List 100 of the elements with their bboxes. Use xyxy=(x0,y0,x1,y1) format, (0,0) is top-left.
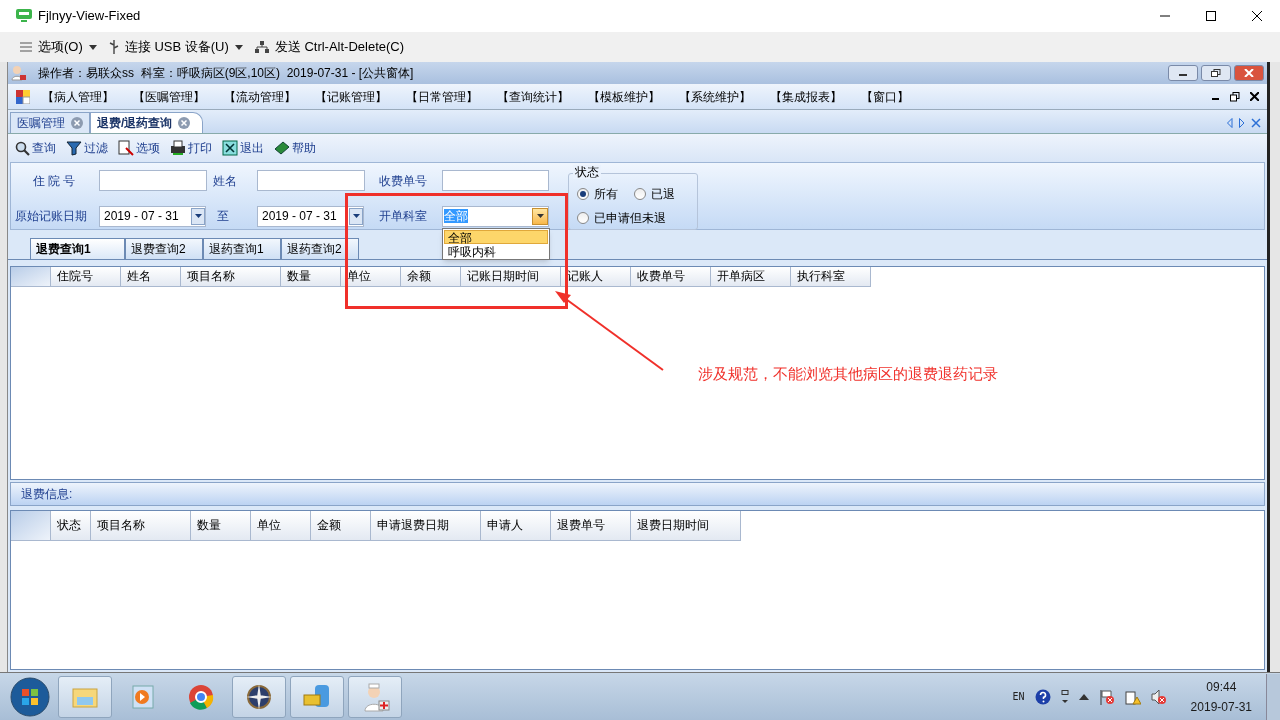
column-header[interactable]: 单位 xyxy=(341,267,401,287)
query-tab[interactable]: 退药查询1 xyxy=(203,238,281,259)
dropdown-option[interactable]: 全部 xyxy=(444,229,548,244)
column-header[interactable]: 数量 xyxy=(281,267,341,287)
caret-icon xyxy=(536,214,544,219)
date-field[interactable]: 2019 - 07 - 31 xyxy=(257,205,364,227)
close-button[interactable] xyxy=(1234,65,1264,81)
document-tab[interactable]: 医嘱管理 xyxy=(10,112,90,133)
menu-item[interactable]: 【流动管理】 xyxy=(224,87,315,106)
receipt-number-field[interactable] xyxy=(441,170,549,192)
column-header[interactable]: 记账人 xyxy=(561,267,631,287)
toolbar-button[interactable]: 查询 xyxy=(14,139,56,157)
start-orb-icon[interactable] xyxy=(10,676,50,717)
column-header[interactable]: 数量 xyxy=(191,511,251,541)
chevron-up-icon[interactable] xyxy=(1078,693,1089,700)
menu-item[interactable]: 【病人管理】 xyxy=(42,87,133,106)
caret-icon xyxy=(194,214,202,219)
table-corner xyxy=(11,511,51,541)
restore-icon xyxy=(1211,69,1221,77)
column-header[interactable]: 金额 xyxy=(311,511,371,541)
caret-icon xyxy=(234,44,243,50)
toolbar-menu-button[interactable]: 发送 Ctrl-Alt-Delete(C) xyxy=(254,37,405,57)
language-indicator[interactable]: EN xyxy=(1012,689,1025,704)
radio-button[interactable]: 已退 xyxy=(634,185,675,203)
query-tab[interactable]: 退费查询1 xyxy=(30,238,125,259)
column-header[interactable]: 执行科室 xyxy=(791,267,871,287)
date-field[interactable]: 2019 - 07 - 31 xyxy=(99,205,206,227)
speaker-muted-icon[interactable] xyxy=(1150,688,1167,705)
document-tab[interactable]: 退费/退药查询 xyxy=(90,112,204,133)
taskbar-button[interactable] xyxy=(232,675,286,718)
scroll-left-icon[interactable] xyxy=(1227,118,1233,128)
query-tab[interactable]: 退药查询2 xyxy=(281,238,359,259)
column-header[interactable]: 记账日期时间 xyxy=(461,267,561,287)
column-header[interactable]: 收费单号 xyxy=(631,267,711,287)
toolbar-button[interactable]: 选项 xyxy=(118,139,160,157)
column-header[interactable]: 姓名 xyxy=(121,267,181,287)
column-header[interactable]: 项目名称 xyxy=(181,267,281,287)
column-header[interactable]: 项目名称 xyxy=(91,511,191,541)
close-icon[interactable] xyxy=(178,117,191,129)
close-icon[interactable] xyxy=(1251,118,1261,128)
query-tab[interactable]: 退费查询2 xyxy=(125,238,203,259)
help-icon[interactable] xyxy=(1034,688,1051,705)
name-field[interactable] xyxy=(257,170,365,192)
column-header[interactable]: 开单病区 xyxy=(711,267,791,287)
column-header[interactable]: 退费日期时间 xyxy=(631,511,741,541)
flag-error-icon[interactable] xyxy=(1098,688,1115,705)
minimize-button[interactable] xyxy=(1168,65,1198,81)
field-label: 开单科室 xyxy=(379,208,428,226)
table-corner xyxy=(11,267,51,287)
close-icon[interactable] xyxy=(71,117,83,129)
menu-item[interactable]: 【医嘱管理】 xyxy=(133,87,224,106)
options-icon xyxy=(118,140,134,156)
clock-date[interactable]: 2019-07-31 xyxy=(1190,696,1252,717)
menu-item[interactable]: 【模板维护】 xyxy=(588,87,679,106)
caret-icon xyxy=(352,214,360,219)
field-label: 原始记账日期 xyxy=(15,208,88,226)
maximize-icon xyxy=(1206,11,1216,21)
menu-item[interactable]: 【窗口】 xyxy=(861,87,952,106)
toolbar-button[interactable]: 打印 xyxy=(170,139,212,157)
dropdown-option[interactable]: 呼吸内科 xyxy=(444,243,548,258)
network-warning-icon[interactable] xyxy=(1124,688,1141,705)
window-switch-icon[interactable] xyxy=(1060,689,1069,704)
toolbar-menu-button[interactable]: 选项(O) xyxy=(20,37,97,57)
field-label: 至 xyxy=(216,208,230,226)
section-title: 退费信息: xyxy=(21,486,73,503)
nurse-icon xyxy=(10,65,26,81)
toolbar-button[interactable]: 帮助 xyxy=(274,139,316,157)
column-header[interactable]: 住院号 xyxy=(51,267,121,287)
menu-item[interactable]: 【记账管理】 xyxy=(315,87,406,106)
menu-item[interactable]: 【查询统计】 xyxy=(497,87,588,106)
menu-item[interactable]: 【系统维护】 xyxy=(679,87,770,106)
column-header[interactable]: 申请人 xyxy=(481,511,551,541)
printer-icon xyxy=(170,140,186,156)
exit-icon xyxy=(222,140,238,156)
menu-icon xyxy=(20,42,32,52)
app-menu-icon xyxy=(16,89,30,104)
app-title: 操作者：易联众ss 科室：呼吸病区(9区,10区) 2019-07-31 - [公共窗体] xyxy=(38,65,414,82)
radio-button[interactable]: 所有 xyxy=(577,185,618,203)
restore-button[interactable] xyxy=(1201,65,1231,81)
column-header[interactable]: 退费单号 xyxy=(551,511,631,541)
menu-item[interactable]: 【日常管理】 xyxy=(406,87,497,106)
inpatient-number-field[interactable] xyxy=(99,170,207,192)
scroll-right-icon[interactable] xyxy=(1239,118,1245,128)
toolbar-menu-button[interactable]: 连接 USB 设备(U) xyxy=(108,37,243,57)
column-header[interactable]: 单位 xyxy=(251,511,311,541)
clock-time[interactable]: 09:44 xyxy=(1206,676,1237,697)
toolbar-button[interactable]: 退出 xyxy=(222,139,264,157)
filter-icon xyxy=(66,140,82,156)
annotation-text: 涉及规范，不能浏览其他病区的退费退药记录 xyxy=(698,364,998,384)
radio-button[interactable]: 已申请但未退 xyxy=(577,209,666,227)
column-header[interactable]: 余额 xyxy=(401,267,461,287)
close-icon xyxy=(1244,69,1254,77)
menu-item[interactable]: 【集成报表】 xyxy=(770,87,861,106)
search-icon xyxy=(14,140,30,156)
column-header[interactable]: 状态 xyxy=(51,511,91,541)
group-title: 状态 xyxy=(573,165,601,179)
toolbar-button[interactable]: 过滤 xyxy=(66,139,108,157)
close-icon xyxy=(1252,11,1262,21)
column-header[interactable]: 申请退费日期 xyxy=(371,511,481,541)
show-desktop-button[interactable] xyxy=(1266,673,1280,720)
